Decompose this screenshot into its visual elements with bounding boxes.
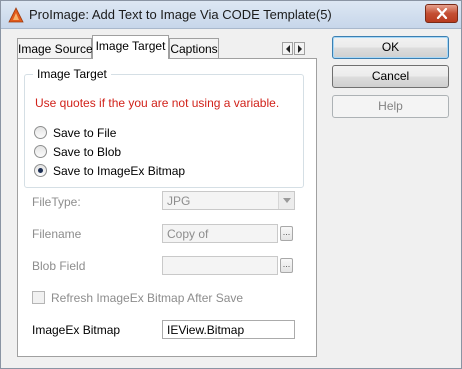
radio-label: Save to Blob (53, 145, 122, 159)
tab-scroll-left-button[interactable] (282, 42, 293, 55)
filetype-value: JPG (167, 194, 191, 208)
warning-text: Use quotes if the you are not using a va… (35, 96, 280, 110)
filename-label: Filename (32, 227, 82, 241)
tab-label: Captions (170, 42, 218, 56)
filename-value: Copy of (167, 227, 209, 241)
button-label: OK (381, 40, 400, 54)
tab-image-source[interactable]: Image Source (17, 38, 93, 59)
cancel-button[interactable]: Cancel (332, 65, 449, 88)
blob-field-browse-button[interactable]: ... (280, 258, 293, 273)
button-label: Help (378, 99, 403, 113)
tab-label: Image Source (18, 42, 93, 56)
ellipsis-label: ... (282, 227, 291, 237)
title-bar[interactable]: ProImage: Add Text to Image Via CODE Tem… (1, 1, 461, 29)
imageex-bitmap-label: ImageEx Bitmap (32, 323, 121, 337)
imageex-bitmap-input[interactable]: IEView.Bitmap (162, 320, 295, 339)
radio-button[interactable] (34, 164, 47, 177)
filetype-select[interactable]: JPG (162, 191, 295, 210)
refresh-bitmap-checkbox[interactable] (32, 291, 45, 304)
radio-button[interactable] (34, 126, 47, 139)
ok-button[interactable]: OK (332, 36, 449, 59)
dropdown-button[interactable] (278, 192, 294, 209)
blob-field-input[interactable] (162, 256, 278, 275)
tab-image-target[interactable]: Image Target (92, 35, 169, 59)
button-label: Cancel (371, 69, 410, 83)
radio-button[interactable] (34, 145, 47, 158)
tab-panel-image-target: Image Target Use quotes if the you are n… (17, 58, 317, 357)
radio-label: Save to ImageEx Bitmap (53, 164, 186, 178)
filetype-label: FileType: (32, 195, 81, 209)
ellipsis-label: ... (282, 259, 291, 269)
filename-browse-button[interactable]: ... (280, 226, 293, 241)
dialog-window: ProImage: Add Text to Image Via CODE Tem… (0, 0, 462, 369)
close-button[interactable] (425, 4, 458, 23)
filename-input[interactable]: Copy of (162, 224, 278, 243)
checkbox-label: Refresh ImageEx Bitmap After Save (51, 291, 244, 305)
blob-field-label: Blob Field (32, 259, 86, 273)
proimage-app-icon (8, 7, 24, 23)
window-title: ProImage: Add Text to Image Via CODE Tem… (29, 7, 332, 22)
groupbox-legend: Image Target (33, 67, 111, 81)
help-button[interactable]: Help (332, 95, 449, 118)
imageex-bitmap-value: IEView.Bitmap (167, 323, 245, 337)
tab-label: Image Target (95, 39, 166, 53)
image-target-groupbox: Image Target Use quotes if the you are n… (24, 67, 304, 188)
tab-scroll-right-button[interactable] (294, 42, 305, 55)
radio-label: Save to File (53, 126, 117, 140)
tab-captions[interactable]: Captions (169, 38, 219, 59)
